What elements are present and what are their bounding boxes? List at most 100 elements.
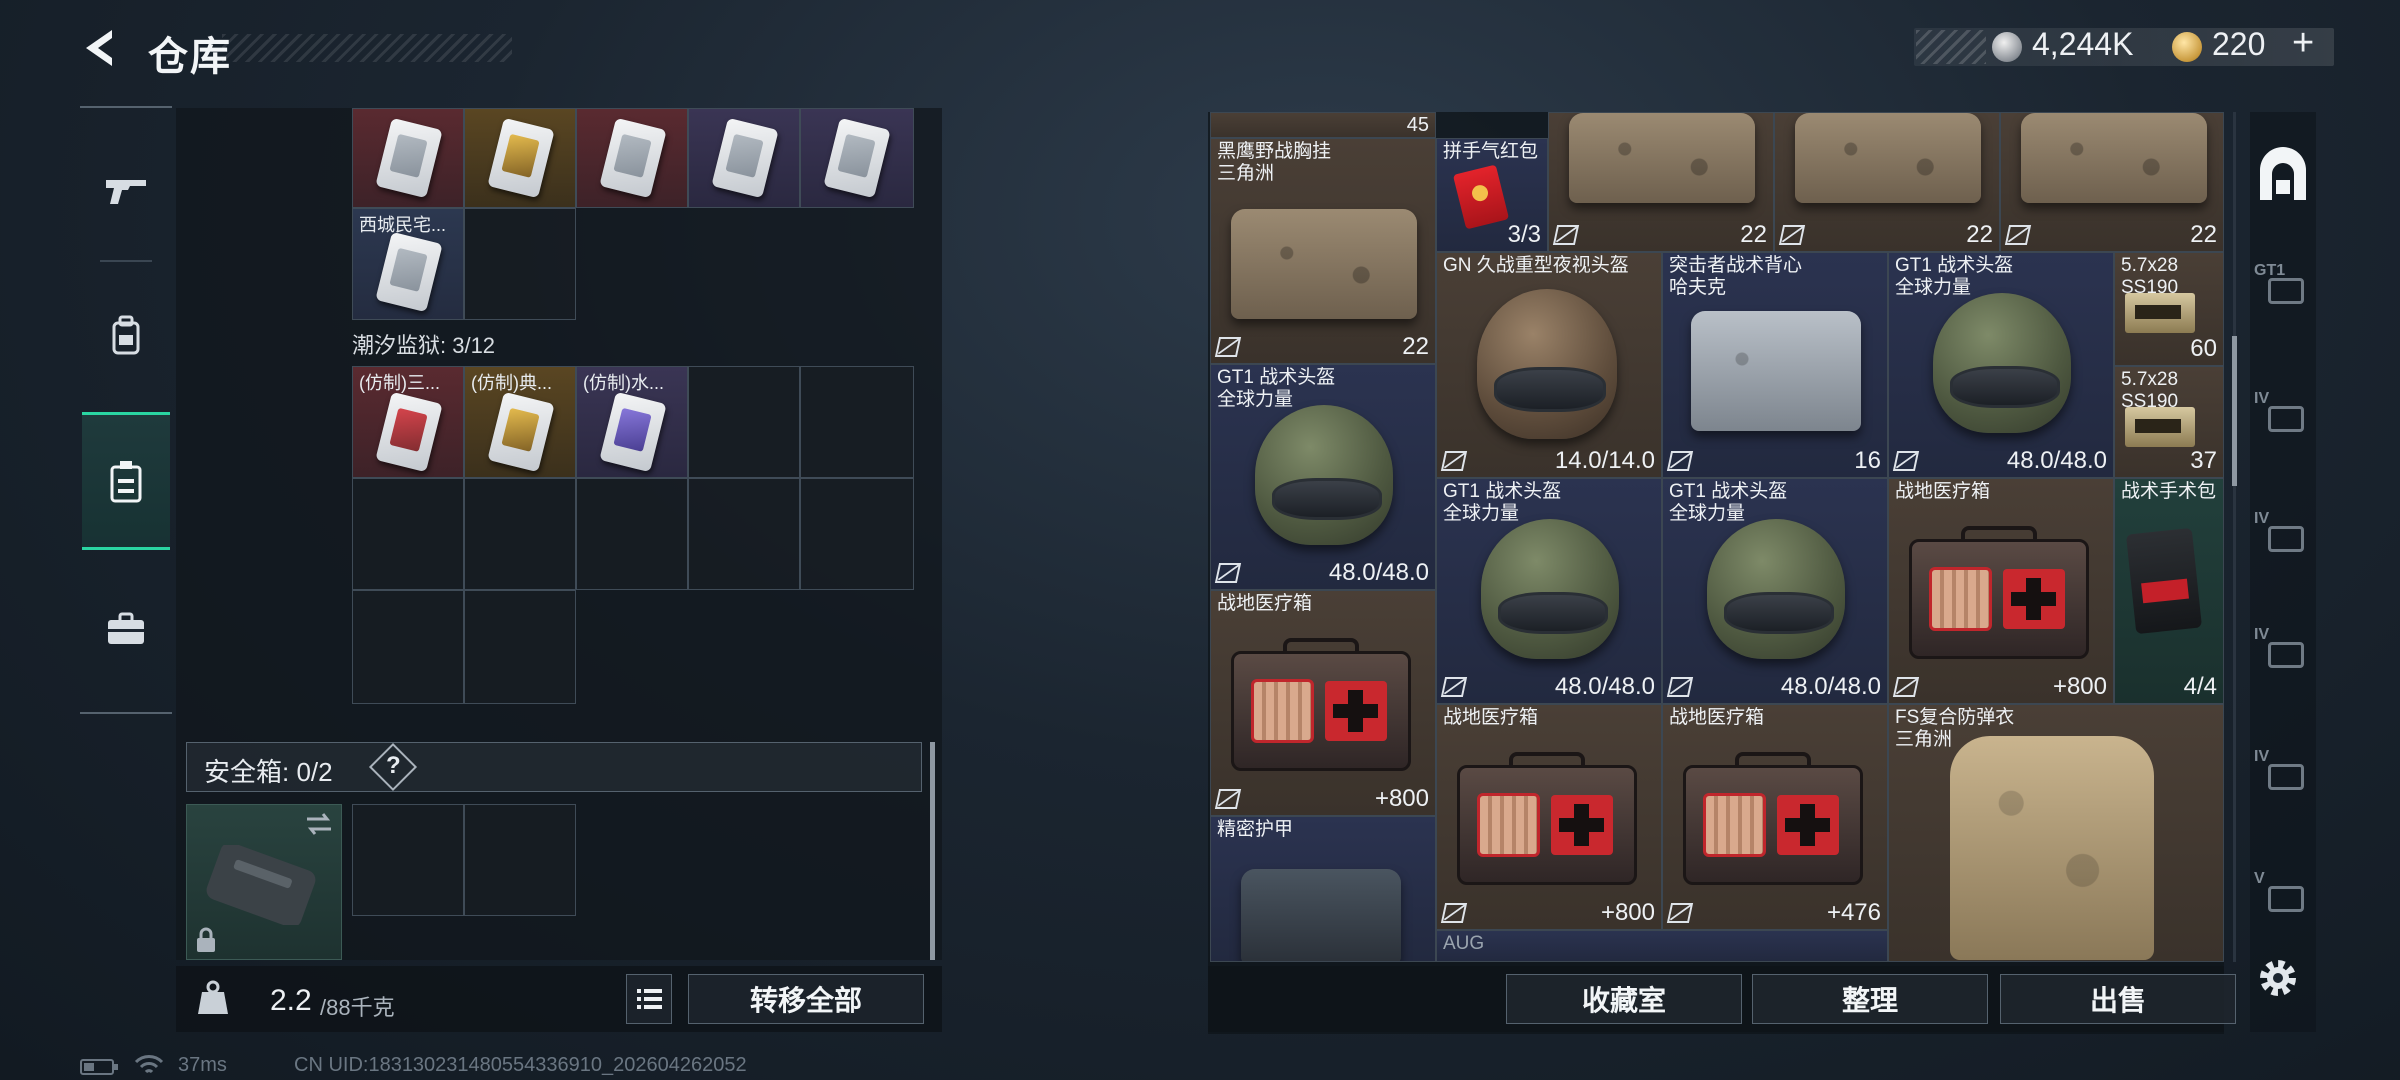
helmet-image	[1481, 519, 1619, 659]
item-slot[interactable]: 22	[1774, 112, 2000, 252]
filter-label: IV	[2254, 510, 2270, 527]
item-slot[interactable]: (仿制)水...	[576, 366, 688, 478]
medkit-image	[1909, 526, 2089, 659]
item-slot[interactable]	[576, 108, 688, 208]
item-slot[interactable]: 22	[1548, 112, 1774, 252]
help-text: ?	[386, 752, 401, 779]
item-slot[interactable]: 精密护甲	[1210, 816, 1436, 962]
item-value: 22	[1966, 221, 1993, 248]
item-slot[interactable]: (仿制)典...	[464, 366, 576, 478]
filter-all-button[interactable]	[2250, 140, 2316, 220]
item-slot[interactable]: GT1 战术头盔 全球力量 48.0/48.0	[1436, 478, 1662, 704]
empty-slot[interactable]	[688, 478, 800, 590]
item-value: +800	[1600, 899, 1655, 926]
gold-coin-icon	[2172, 32, 2202, 62]
filter-key-button[interactable]: V	[2250, 864, 2316, 944]
item-slot[interactable]: 战地医疗箱 +800	[1436, 704, 1662, 930]
page-title: 仓库	[148, 35, 232, 79]
surgery-kit-image	[2125, 527, 2203, 635]
chest-rig-image	[1795, 113, 1981, 203]
plus-icon: +	[1826, 899, 1841, 926]
empty-slot[interactable]	[576, 478, 688, 590]
item-slot[interactable]: 突击者战术背心 哈夫克 16	[1662, 252, 1888, 478]
item-slot[interactable]	[800, 108, 914, 208]
filter-armor-button[interactable]: IV	[2250, 384, 2316, 464]
empty-slot[interactable]	[464, 590, 576, 704]
transfer-all-button[interactable]: 转移全部	[688, 974, 924, 1024]
item-slot[interactable]: 西城民宅...	[352, 208, 464, 320]
insured-icon	[1666, 903, 1694, 923]
item-slot[interactable]	[464, 108, 576, 208]
item-slot[interactable]: 拼手气红包 3/3	[1436, 138, 1548, 252]
ammo-image	[2125, 407, 2195, 447]
nav-tab-weapons[interactable]	[82, 122, 170, 260]
safe-case-slot[interactable]	[186, 804, 342, 960]
item-slot[interactable]: (仿制)三...	[352, 366, 464, 478]
filter-bag-button[interactable]: IV	[2250, 620, 2316, 700]
empty-slot[interactable]	[688, 366, 800, 478]
swap-icon[interactable]	[303, 811, 335, 837]
item-slot[interactable]: GT1 战术头盔 全球力量 48.0/48.0	[1888, 252, 2114, 478]
helmet-image	[1933, 293, 2071, 433]
item-slot[interactable]: GN 久战重型夜视头盔 14.0/14.0	[1436, 252, 1662, 478]
item-slot[interactable]: 5.7x28 SS190 37	[2114, 366, 2224, 478]
item-slot[interactable]: 45	[1210, 112, 1436, 138]
collection-room-button[interactable]: 收藏室	[1506, 974, 1742, 1024]
item-value: 48.0/48.0	[1780, 673, 1881, 700]
empty-slot[interactable]	[800, 478, 914, 590]
item-value: 22	[1740, 221, 1767, 248]
uid-text: CN UID:1831302314805543369‌10_2026042620…	[294, 1054, 747, 1076]
item-slot[interactable]: 战地医疗箱 +476	[1662, 704, 1888, 930]
item-name: 突击者战术背心 哈夫克	[1669, 255, 1803, 298]
nav-tab-equipment[interactable]	[82, 266, 170, 404]
item-value: 22	[2190, 221, 2217, 248]
list-icon	[637, 989, 662, 1009]
nav-tab-storage[interactable]	[82, 412, 170, 550]
lock-icon	[197, 927, 215, 952]
item-slot[interactable]: 5.7x28 SS190 60	[2114, 252, 2224, 366]
item-slot[interactable]: 战地医疗箱 +800	[1210, 590, 1436, 816]
empty-slot[interactable]	[800, 366, 914, 478]
empty-slot[interactable]	[464, 478, 576, 590]
safe-slot[interactable]	[464, 804, 576, 916]
filter-helmet-button[interactable]: GT1	[2250, 256, 2316, 336]
list-view-button[interactable]	[626, 974, 672, 1024]
sell-button[interactable]: 出售	[2000, 974, 2236, 1024]
item-name: 精密护甲	[1217, 819, 1294, 840]
add-currency-button[interactable]: +	[2292, 22, 2314, 65]
chest-rig-image	[1569, 113, 1755, 203]
item-slot[interactable]: GT1 战术头盔 全球力量 48.0/48.0	[1662, 478, 1888, 704]
item-name: 西城民宅...	[359, 215, 447, 235]
red-packet-image	[1452, 164, 1510, 230]
nav-tab-briefcase[interactable]	[82, 560, 170, 698]
armor-image	[1241, 869, 1401, 961]
insured-icon	[1892, 677, 1920, 697]
scrollbar[interactable]	[930, 742, 935, 960]
gear-icon[interactable]	[2256, 956, 2300, 1000]
item-value: 22	[1402, 333, 1429, 360]
item-slot[interactable]: 战地医疗箱 +800	[1888, 478, 2114, 704]
item-slot[interactable]: 黑鹰野战胸挂 三角洲 22	[1210, 138, 1436, 364]
scrollbar[interactable]	[2232, 336, 2237, 486]
item-count: 45	[1406, 114, 1429, 136]
insured-icon	[1440, 903, 1468, 923]
back-arrow-icon[interactable]	[78, 26, 122, 70]
item-slot[interactable]: AUG	[1436, 930, 1888, 962]
empty-slot[interactable]	[352, 478, 464, 590]
sort-button[interactable]: 整理	[1752, 974, 1988, 1024]
item-slot[interactable]	[352, 108, 464, 208]
safe-slot[interactable]	[352, 804, 464, 916]
arch-icon	[2260, 147, 2306, 200]
insured-icon	[1440, 677, 1468, 697]
item-slot[interactable]	[688, 108, 800, 208]
item-value: 14.0/14.0	[1554, 447, 1655, 474]
item-slot[interactable]: GT1 战术头盔 全球力量 48.0/48.0	[1210, 364, 1436, 590]
plus-icon: +	[1600, 899, 1615, 926]
gun-icon	[106, 180, 146, 204]
item-slot[interactable]: 战术手术包 4/4	[2114, 478, 2224, 704]
empty-slot[interactable]	[464, 208, 576, 320]
filter-med-button[interactable]: IV	[2250, 742, 2316, 822]
empty-slot[interactable]	[352, 590, 464, 704]
item-slot[interactable]: 22	[2000, 112, 2224, 252]
filter-rig-button[interactable]: IV	[2250, 504, 2316, 584]
